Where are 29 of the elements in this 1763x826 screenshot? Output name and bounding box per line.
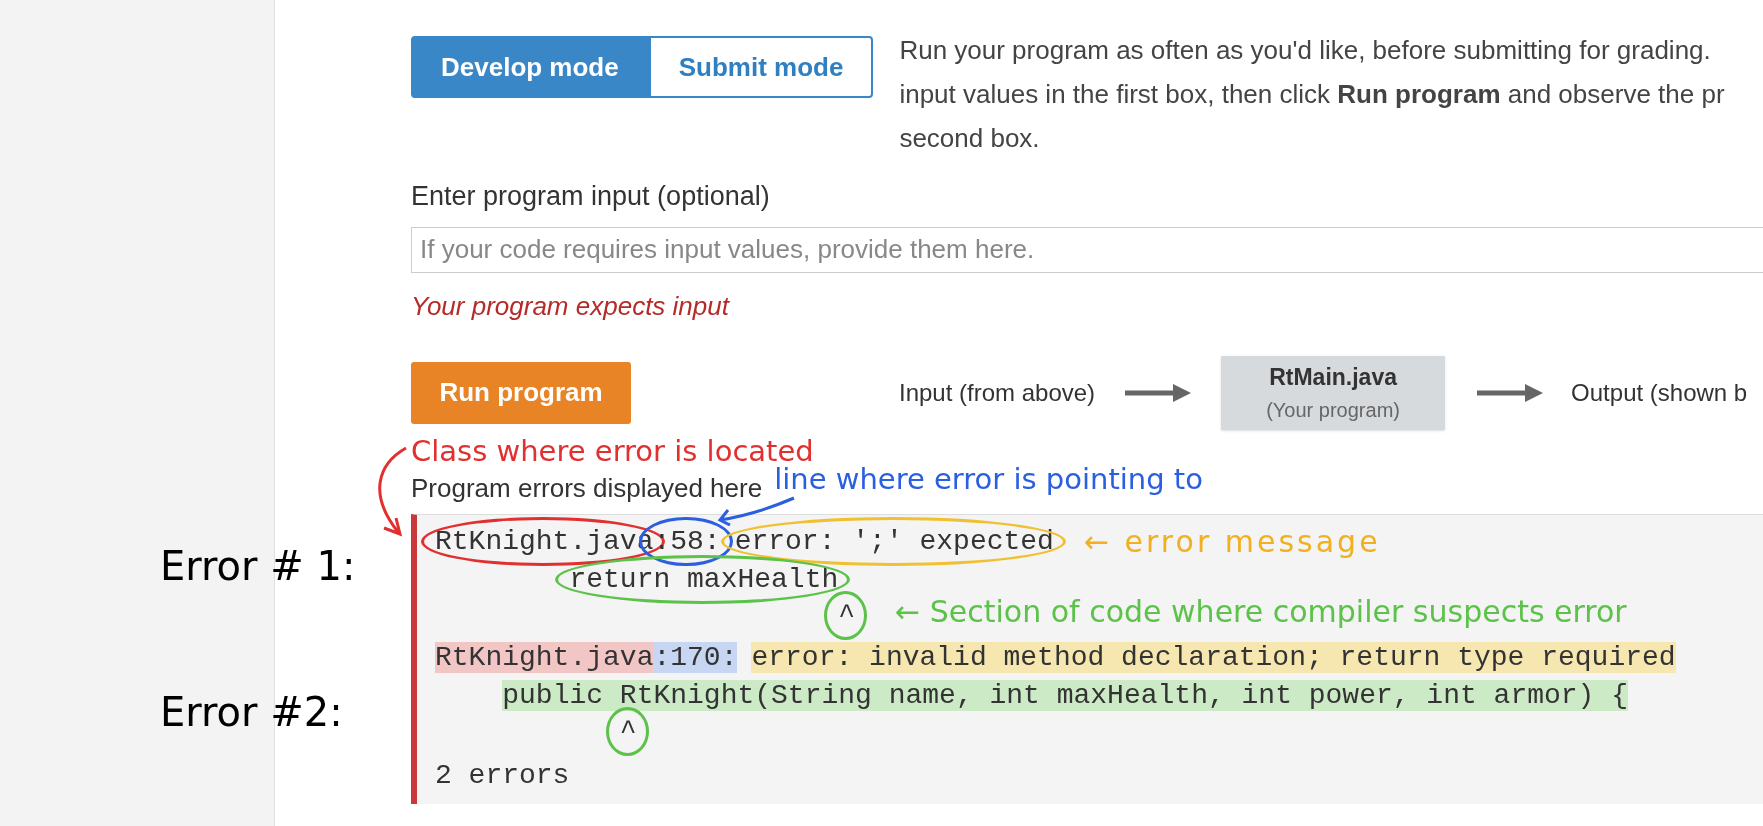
code-annotation: ← Section of code where compiler suspects error <box>895 594 1627 629</box>
mode-tab[interactable]: Submit mode <box>648 36 874 98</box>
warning-text: Your program expects input <box>411 289 731 323</box>
instructions-line: Run your program as often as you'd like, before submitting for grading. <box>899 34 1712 67</box>
mode-tab[interactable]: Develop mode <box>411 36 649 98</box>
errors-label: Program errors displayed here <box>411 471 763 504</box>
input-label: Enter program input (optional) <box>411 180 771 213</box>
caret-mark: ^ <box>838 599 856 631</box>
flow-step-label: Input (from above) <box>899 377 1096 408</box>
error-message: error: ';' expected <box>734 525 1054 557</box>
run-button[interactable]: Run program <box>411 361 631 424</box>
arrow-icon <box>1477 381 1544 404</box>
caret-mark: ^ <box>619 715 637 747</box>
error-message: error: invalid method declaration; return type required <box>751 641 1676 673</box>
line-number: :170: <box>653 641 738 673</box>
program-note: (Your program) <box>1266 397 1400 423</box>
instructions-line: second box. <box>899 122 1041 155</box>
program-name: RtMain.java <box>1269 363 1397 393</box>
code-line: return maxHealth <box>569 563 839 595</box>
arrow-icon <box>716 496 796 526</box>
instructions-line: input values in the first box, then click Run program and observe the pr <box>899 78 1725 111</box>
file-name: RtKnight.java <box>435 641 654 673</box>
arrow-icon <box>1125 381 1192 404</box>
error-annotation: Error # 1: <box>160 542 356 591</box>
error-annotation: Error #2: <box>160 688 343 737</box>
input-field[interactable]: If your code requires input values, provide them here. <box>411 226 1763 273</box>
message-annotation: ← error message <box>1083 522 1381 561</box>
error-summary: 2 errors <box>435 758 571 793</box>
flow-step-label: Output (shown b <box>1571 377 1748 408</box>
